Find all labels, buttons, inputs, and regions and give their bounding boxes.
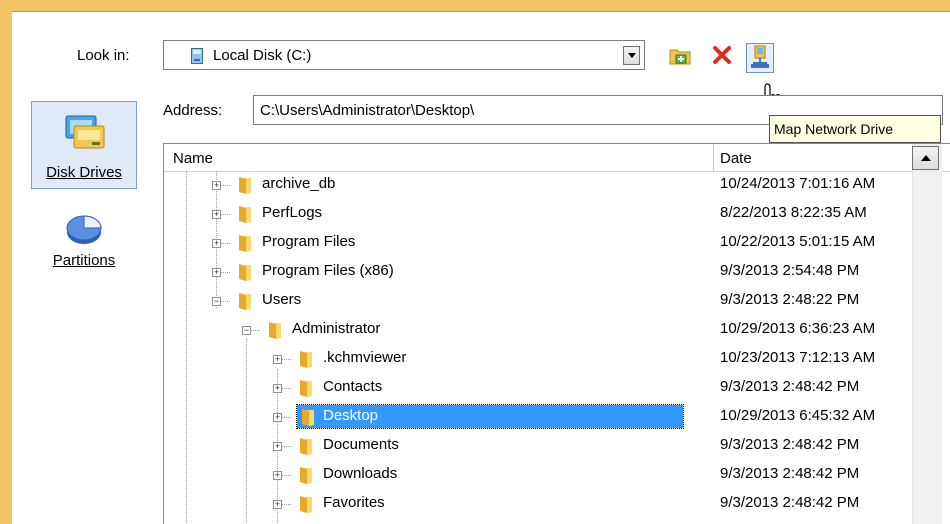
tree-row[interactable]: + .kchmviewer 10/23/2013 7:12:13 AM xyxy=(164,345,912,374)
folder-name: .kchmviewer xyxy=(323,349,407,366)
expand-icon[interactable]: + xyxy=(273,355,282,364)
folder-name: Program Files xyxy=(262,233,356,250)
column-header-date[interactable]: Date xyxy=(720,150,752,167)
folder-date: 10/23/2013 7:12:13 AM xyxy=(720,349,876,366)
address-value: C:\Users\Administrator\Desktop\ xyxy=(260,102,475,119)
map-network-drive-button[interactable] xyxy=(746,43,774,73)
tree-row[interactable]: + Downloads 9/3/2013 2:48:42 PM xyxy=(164,461,912,490)
folder-date: 9/3/2013 2:48:42 PM xyxy=(720,494,860,511)
tree-header: Name Date xyxy=(164,144,950,172)
folder-icon xyxy=(300,351,312,368)
chevron-up-icon xyxy=(920,155,931,161)
folder-icon xyxy=(239,177,251,194)
vertical-scrollbar[interactable] xyxy=(912,144,942,524)
delete-button[interactable] xyxy=(710,43,734,67)
dropdown-arrow-button[interactable] xyxy=(623,46,640,65)
tree-row[interactable]: + archive_db 10/24/2013 7:01:16 AM xyxy=(164,171,912,200)
tree-row[interactable]: + Program Files (x86) 9/3/2013 2:54:48 P… xyxy=(164,258,912,287)
folder-date: 10/29/2013 6:45:32 AM xyxy=(720,407,876,424)
sidebar-item-label: Disk Drives xyxy=(46,164,122,181)
collapse-icon[interactable]: − xyxy=(212,297,221,306)
frame-divider xyxy=(12,11,950,12)
collapse-icon[interactable]: − xyxy=(242,326,251,335)
new-folder-icon xyxy=(669,49,691,65)
partitions-pie-icon[interactable] xyxy=(64,208,104,248)
tree-row[interactable]: − Administrator 10/29/2013 6:36:23 AM xyxy=(164,316,912,345)
expand-icon[interactable]: + xyxy=(273,384,282,393)
folder-icon xyxy=(302,409,314,426)
folder-date: 10/22/2013 5:01:15 AM xyxy=(720,233,876,250)
folder-name: Contacts xyxy=(323,378,383,395)
chevron-down-icon xyxy=(627,53,636,58)
tree-row[interactable]: + PerfLogs 8/22/2013 8:22:35 AM xyxy=(164,200,912,229)
folder-date: 9/3/2013 2:48:42 PM xyxy=(720,378,860,395)
folder-date: 10/29/2013 6:36:23 AM xyxy=(720,320,876,337)
window-frame-left xyxy=(0,0,12,524)
expand-icon[interactable]: + xyxy=(273,500,282,509)
look-in-label: Look in: xyxy=(77,47,130,64)
folder-date: 9/3/2013 2:54:48 PM xyxy=(720,262,860,279)
disk-drives-icon xyxy=(65,115,105,149)
tree-row-selected[interactable]: + Desktop 10/29/2013 6:45:32 AM xyxy=(164,403,912,432)
folder-icon xyxy=(300,467,312,484)
column-separator[interactable] xyxy=(713,144,714,171)
folder-name: PerfLogs xyxy=(262,204,323,221)
folder-name: Downloads xyxy=(323,465,398,482)
look-in-value: Local Disk (C:) xyxy=(213,47,312,64)
network-drive-icon xyxy=(751,45,769,68)
folder-name: Desktop xyxy=(323,407,379,424)
folder-name: Favorites xyxy=(323,494,385,511)
look-in-dropdown[interactable]: Local Disk (C:) xyxy=(163,40,645,70)
tree-row[interactable]: − Users 9/3/2013 2:48:22 PM xyxy=(164,287,912,316)
local-disk-icon xyxy=(191,48,203,64)
expand-icon[interactable]: + xyxy=(212,268,221,277)
new-folder-button[interactable] xyxy=(668,43,692,67)
folder-name: Users xyxy=(262,291,302,308)
window-frame-top xyxy=(0,0,950,11)
folder-date: 8/22/2013 8:22:35 AM xyxy=(720,204,867,221)
tree-row[interactable]: + Program Files 10/22/2013 5:01:15 AM xyxy=(164,229,912,258)
tree-row[interactable]: + Favorites 9/3/2013 2:48:42 PM xyxy=(164,490,912,519)
folder-icon xyxy=(239,264,251,281)
delete-x-icon xyxy=(713,46,731,64)
folder-date: 10/24/2013 7:01:16 AM xyxy=(720,175,876,192)
expand-icon[interactable]: + xyxy=(273,442,282,451)
tree-row[interactable]: + Contacts 9/3/2013 2:48:42 PM xyxy=(164,374,912,403)
folder-name: Administrator xyxy=(292,320,381,337)
expand-icon[interactable]: + xyxy=(212,239,221,248)
scroll-up-button[interactable] xyxy=(912,146,939,170)
folder-icon xyxy=(300,496,312,513)
folder-date: 9/3/2013 2:48:42 PM xyxy=(720,465,860,482)
folder-icon xyxy=(239,206,251,223)
folder-date: 9/3/2013 2:48:42 PM xyxy=(720,436,860,453)
folder-icon xyxy=(269,322,281,339)
tree-row[interactable]: + Documents 9/3/2013 2:48:42 PM xyxy=(164,432,912,461)
address-label: Address: xyxy=(163,102,223,119)
folder-icon xyxy=(300,380,312,397)
expand-icon[interactable]: + xyxy=(212,210,221,219)
folder-date: 9/3/2013 2:48:22 PM xyxy=(720,291,860,308)
column-header-name[interactable]: Name xyxy=(173,150,213,167)
folder-icon xyxy=(300,438,312,455)
folder-name: Program Files (x86) xyxy=(262,262,394,279)
folder-tree[interactable]: Name Date + archive_db 10/24/2013 7:01:1… xyxy=(163,143,950,524)
expand-icon[interactable]: + xyxy=(273,471,282,480)
folder-icon xyxy=(239,235,251,252)
folder-name: Documents xyxy=(323,436,399,453)
folder-icon xyxy=(239,293,251,310)
tooltip: Map Network Drive xyxy=(769,115,941,143)
expand-icon[interactable]: + xyxy=(212,181,221,190)
sidebar-item-partitions[interactable]: Partitions xyxy=(31,252,137,269)
folder-name: archive_db xyxy=(262,175,336,192)
expand-icon[interactable]: + xyxy=(273,413,282,422)
